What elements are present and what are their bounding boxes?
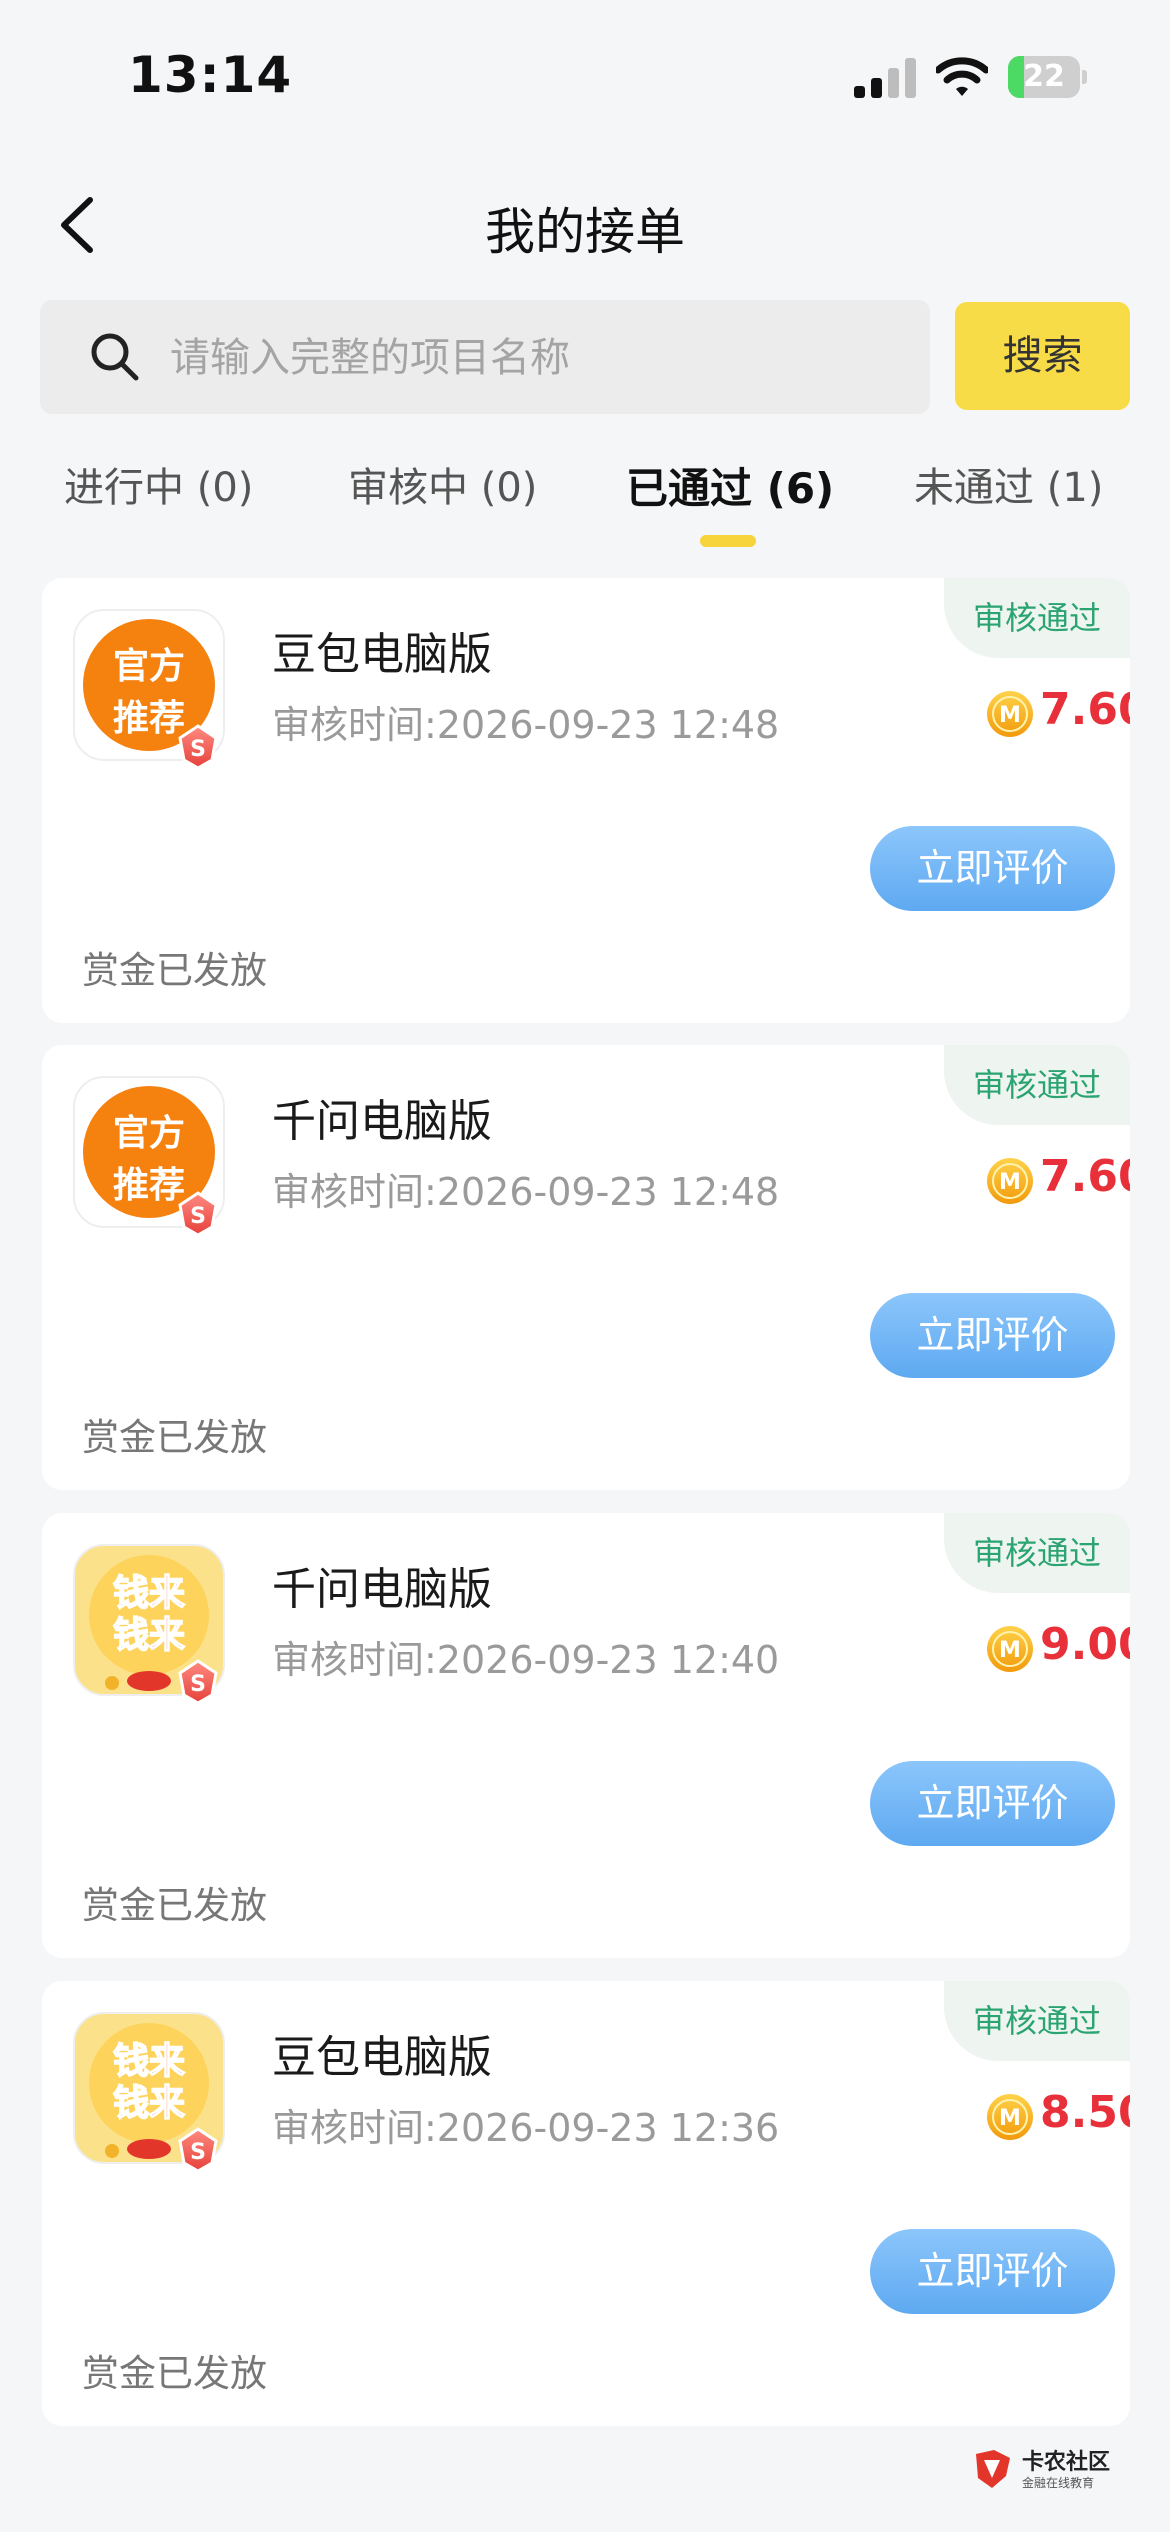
badge-letter: S [190, 1204, 206, 1229]
status-time: 13:14 [128, 46, 293, 104]
search-input[interactable] [168, 300, 912, 416]
rate-now-button[interactable]: 立即评价 [870, 1761, 1115, 1846]
battery-icon: 22 [1008, 56, 1088, 98]
coin-letter: M [999, 1638, 1021, 1663]
tab-approved[interactable]: 已通过 (6) [626, 455, 834, 516]
icon-text-line1: 钱来 [113, 2041, 185, 2082]
order-card[interactable]: 官方 推荐 S 豆包电脑版 审核时间:2026-09-23 12:48 审核通过… [42, 578, 1130, 1023]
coin-letter: M [999, 2106, 1021, 2131]
card-title: 豆包电脑版 [272, 2032, 492, 2083]
rate-now-button[interactable]: 立即评价 [870, 1293, 1115, 1378]
tab-under-review[interactable]: 审核中 (0) [348, 455, 537, 513]
tab-in-progress[interactable]: 进行中 (0) [64, 455, 253, 513]
coin-icon: M [987, 1158, 1033, 1204]
rate-now-button[interactable]: 立即评价 [870, 2229, 1115, 2314]
status-badge: 审核通过 [944, 578, 1130, 658]
status-badge: 审核通过 [944, 1981, 1130, 2061]
payout-status: 赏金已发放 [82, 1416, 267, 1459]
kanong-logo-icon [976, 2450, 1010, 2488]
payout-status: 赏金已发放 [82, 1884, 267, 1927]
reward-amount: 8.50 [1040, 2087, 1130, 2138]
review-time: 审核时间:2026-09-23 12:48 [272, 703, 780, 747]
official-recommend-icon: 官方 推荐 S [73, 1076, 225, 1237]
reward-amount: 7.60 [1040, 684, 1130, 735]
watermark-title: 卡农社区 [1022, 2450, 1111, 2475]
rate-now-button[interactable]: 立即评价 [870, 826, 1115, 911]
icon-text-line1: 官方 [113, 1113, 185, 1154]
icon-text-line2: 钱来 [113, 2083, 185, 2124]
badge-letter: S [190, 737, 206, 762]
search-button[interactable]: 搜索 [955, 302, 1130, 410]
review-time: 审核时间:2026-09-23 12:36 [272, 2106, 780, 2150]
payout-status: 赏金已发放 [82, 949, 267, 992]
order-card[interactable]: 钱来 钱来 S 豆包电脑版 审核时间:2026-09-23 12:36 审核通过… [42, 1981, 1130, 2426]
coin-icon: M [987, 691, 1033, 737]
status-badge: 审核通过 [944, 1513, 1130, 1593]
status-tabs: 进行中 (0) 审核中 (0) 已通过 (6) 未通过 (1) [0, 445, 1170, 555]
money-coming-icon: 钱来 钱来 S [73, 1544, 225, 1705]
icon-text-line2: 推荐 [113, 1165, 185, 1206]
coin-letter: M [999, 1170, 1021, 1195]
coin-letter: M [999, 703, 1021, 728]
card-title: 豆包电脑版 [272, 629, 492, 680]
review-time: 审核时间:2026-09-23 12:48 [272, 1170, 780, 1214]
reward-amount: 9.00 [1040, 1619, 1130, 1670]
badge-letter: S [190, 2140, 206, 2165]
battery-percent: 22 [1023, 59, 1065, 94]
nav-bar: 我的接单 [0, 170, 1170, 280]
active-tab-indicator [700, 535, 756, 547]
search-box [40, 300, 930, 416]
tab-rejected[interactable]: 未通过 (1) [914, 455, 1103, 513]
card-title: 千问电脑版 [272, 1096, 492, 1147]
status-badge: 审核通过 [944, 1045, 1130, 1125]
watermark: 卡农社区 金融在线教育 [970, 2440, 1140, 2500]
icon-text-line2: 钱来 [113, 1615, 185, 1656]
wifi-icon [936, 57, 988, 96]
badge-letter: S [190, 1672, 206, 1697]
page-title: 我的接单 [485, 203, 685, 261]
money-coming-icon: 钱来 钱来 S [73, 2012, 225, 2173]
reward-amount: 7.60 [1040, 1151, 1130, 1202]
watermark-subtitle: 金融在线教育 [1022, 2476, 1095, 2490]
cellular-signal-icon [854, 58, 916, 98]
icon-text-line1: 官方 [113, 646, 185, 687]
coin-icon: M [987, 1626, 1033, 1672]
status-bar: 13:14 22 [0, 0, 1170, 150]
official-recommend-icon: 官方 推荐 S [73, 609, 225, 770]
order-card[interactable]: 钱来 钱来 S 千问电脑版 审核时间:2026-09-23 12:40 审核通过… [42, 1513, 1130, 1958]
card-title: 千问电脑版 [272, 1564, 492, 1615]
review-time: 审核时间:2026-09-23 12:40 [272, 1638, 780, 1682]
payout-status: 赏金已发放 [82, 2352, 267, 2395]
order-card[interactable]: 官方 推荐 S 千问电脑版 审核时间:2026-09-23 12:48 审核通过… [42, 1045, 1130, 1490]
icon-text-line1: 钱来 [113, 1573, 185, 1614]
icon-text-line2: 推荐 [113, 698, 185, 739]
search-icon [91, 333, 139, 381]
coin-icon: M [987, 2094, 1033, 2140]
